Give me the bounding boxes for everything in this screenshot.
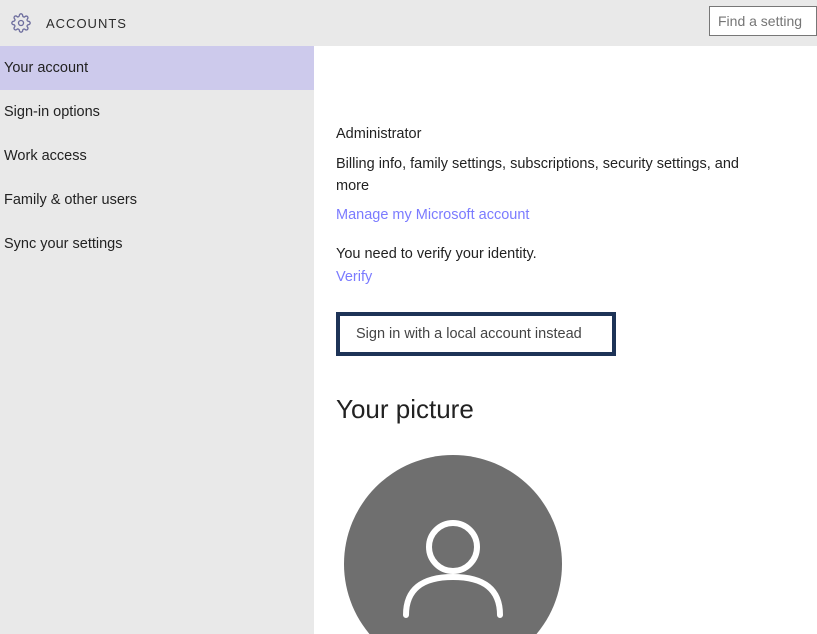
- account-description: Billing info, family settings, subscript…: [336, 154, 766, 198]
- sidebar-item-label: Sign-in options: [4, 104, 100, 120]
- account-role: Administrator: [336, 126, 766, 142]
- sidebar-item-label: Family & other users: [4, 192, 137, 208]
- signin-local-button[interactable]: Sign in with a local account instead: [336, 312, 616, 356]
- sidebar-item-label: Work access: [4, 148, 87, 164]
- sidebar: Your account Sign-in options Work access…: [0, 46, 314, 634]
- sidebar-item-your-account[interactable]: Your account: [0, 46, 314, 90]
- user-icon: [344, 455, 562, 634]
- verify-link[interactable]: Verify: [336, 269, 372, 285]
- verify-block: You need to verify your identity. Verify: [336, 246, 766, 286]
- account-info: Administrator Billing info, family setti…: [336, 46, 766, 356]
- picture-heading: Your picture: [336, 394, 817, 425]
- body: Your account Sign-in options Work access…: [0, 46, 817, 634]
- sidebar-item-label: Sync your settings: [4, 236, 122, 252]
- sidebar-item-label: Your account: [4, 60, 88, 76]
- search-input[interactable]: [709, 6, 817, 36]
- verify-text: You need to verify your identity.: [336, 246, 766, 262]
- sidebar-item-signin-options[interactable]: Sign-in options: [0, 90, 314, 134]
- gear-icon[interactable]: [10, 12, 32, 34]
- main-content: Administrator Billing info, family setti…: [314, 46, 817, 634]
- avatar: [344, 455, 817, 634]
- sidebar-item-sync-settings[interactable]: Sync your settings: [0, 222, 314, 266]
- page-title: ACCOUNTS: [46, 16, 127, 31]
- signin-local-label: Sign in with a local account instead: [356, 326, 582, 342]
- header: ACCOUNTS: [0, 0, 817, 46]
- sidebar-item-family-users[interactable]: Family & other users: [0, 178, 314, 222]
- manage-account-link[interactable]: Manage my Microsoft account: [336, 207, 529, 223]
- sidebar-item-work-access[interactable]: Work access: [0, 134, 314, 178]
